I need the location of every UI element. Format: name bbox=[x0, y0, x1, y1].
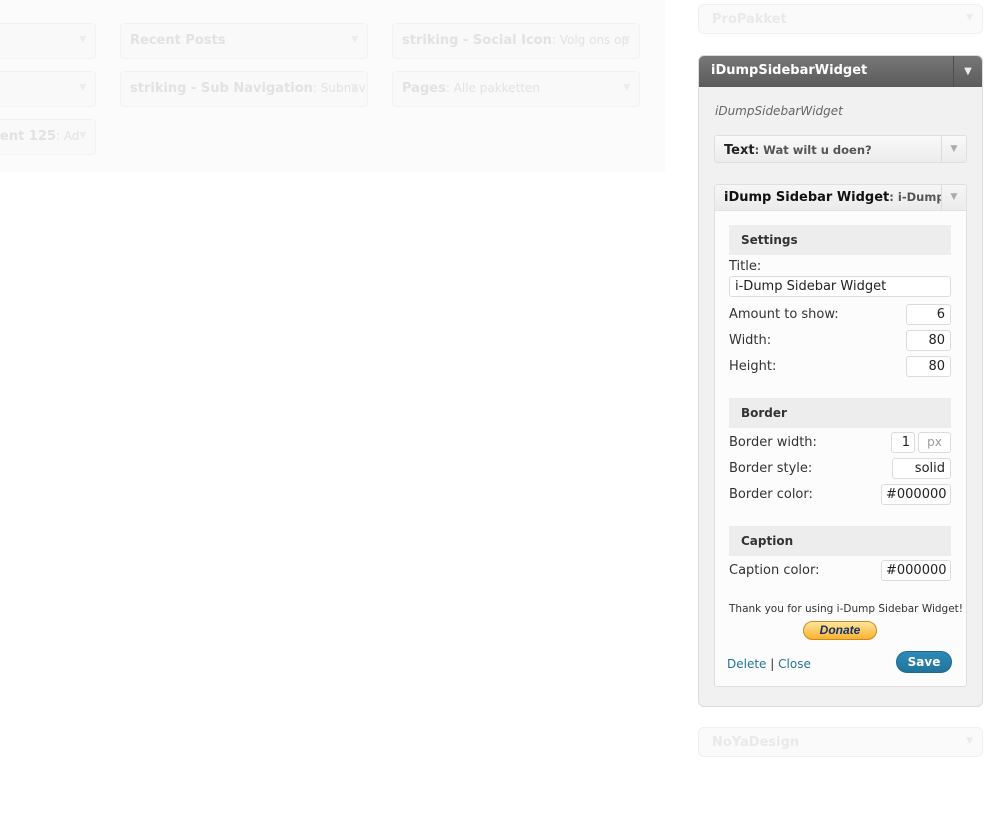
border-color-input[interactable] bbox=[881, 484, 951, 505]
sidebar-title: ProPakket bbox=[712, 12, 787, 27]
sidebar-header[interactable]: iDumpSidebarWidget ▼ bbox=[699, 56, 982, 87]
widget-subtitle: : Wat wilt u doen? bbox=[754, 143, 872, 157]
triangle-down-icon: ▼ bbox=[966, 736, 973, 746]
widget-title: Recent Posts bbox=[130, 33, 226, 48]
border-width-label: Border width: bbox=[729, 435, 817, 450]
widget-item-sub-navigation[interactable]: striking - Sub Navigation: Subnav ▼ bbox=[120, 71, 368, 107]
donate-button[interactable]: Donate bbox=[803, 621, 877, 640]
triangle-down-icon: ▼ bbox=[966, 13, 973, 23]
triangle-down-icon: ▼ bbox=[79, 83, 86, 93]
triangle-down-icon: ▼ bbox=[79, 35, 86, 45]
widget-title: Pages bbox=[402, 81, 446, 96]
border-width-input[interactable] bbox=[891, 432, 915, 453]
amount-label: Amount to show: bbox=[729, 307, 839, 322]
link-separator: | bbox=[770, 657, 775, 671]
widget-title: Text bbox=[724, 143, 755, 158]
title-label: Title: bbox=[729, 259, 762, 274]
widget-subtitle: : Volg ons op bbox=[551, 33, 630, 47]
sidebar-description: iDumpSidebarWidget bbox=[715, 104, 843, 118]
sidebar-propakket[interactable]: ProPakket ▼ bbox=[698, 4, 983, 34]
caption-color-input[interactable] bbox=[881, 560, 951, 581]
widget-item-advertisement[interactable]: ent 125: Ad ▼ bbox=[0, 119, 96, 155]
widget-subtitle: : Alle pakketten bbox=[445, 81, 540, 95]
sidebar-title: iDumpSidebarWidget bbox=[711, 63, 868, 78]
widget-control-links: Delete | Close bbox=[727, 657, 811, 671]
triangle-down-icon: ▼ bbox=[623, 35, 630, 45]
thanks-text: Thank you for using i-Dump Sidebar Widge… bbox=[729, 603, 964, 615]
triangle-down-icon[interactable]: ▼ bbox=[941, 185, 966, 210]
sidebar-title: NoYaDesign bbox=[712, 735, 800, 750]
widget-header[interactable]: iDump Sidebar Widget: i-Dump Sidebar Wid… bbox=[715, 185, 966, 211]
triangle-down-icon: ▼ bbox=[351, 83, 358, 93]
settings-heading: Settings bbox=[729, 225, 951, 255]
widget-item-recent-posts[interactable]: Recent Posts ▼ bbox=[120, 23, 368, 59]
widget-title: ent 125 bbox=[0, 129, 56, 144]
width-input[interactable] bbox=[906, 330, 951, 351]
available-widgets-area: ▼ Recent Posts ▼ striking - Social Icon:… bbox=[0, 0, 665, 172]
widget-idump-sidebar: iDump Sidebar Widget: i-Dump Sidebar Wid… bbox=[714, 184, 967, 687]
widget-item-social-icon[interactable]: striking - Social Icon: Volg ons op ▼ bbox=[392, 23, 640, 59]
sidebar-idump: iDumpSidebarWidget ▼ iDumpSidebarWidget … bbox=[698, 55, 983, 707]
amount-input[interactable] bbox=[906, 304, 951, 325]
widget-title: striking - Social Icon bbox=[402, 33, 552, 48]
widget-title: striking - Sub Navigation bbox=[130, 81, 313, 96]
border-width-unit: px bbox=[918, 432, 951, 453]
delete-link[interactable]: Delete bbox=[727, 657, 766, 671]
caption-color-label: Caption color: bbox=[729, 563, 820, 578]
sidebar-noyadesign[interactable]: NoYaDesign ▼ bbox=[698, 727, 983, 757]
triangle-down-icon: ▼ bbox=[79, 131, 86, 141]
border-heading: Border bbox=[729, 398, 951, 428]
widget-item-pages[interactable]: Pages: Alle pakketten ▼ bbox=[392, 71, 640, 107]
triangle-down-icon: ▼ bbox=[623, 83, 630, 93]
widget-subtitle: : Ad bbox=[55, 129, 80, 143]
width-label: Width: bbox=[729, 333, 772, 348]
border-style-input[interactable] bbox=[892, 458, 951, 479]
title-input[interactable] bbox=[729, 276, 951, 297]
height-input[interactable] bbox=[906, 356, 951, 377]
widget-item[interactable]: ▼ bbox=[0, 23, 96, 59]
triangle-down-icon[interactable]: ▼ bbox=[941, 136, 966, 162]
triangle-down-icon[interactable]: ▼ bbox=[953, 56, 982, 87]
border-color-label: Border color: bbox=[729, 487, 813, 502]
widget-title: iDump Sidebar Widget bbox=[724, 190, 890, 205]
save-button[interactable]: Save bbox=[896, 651, 952, 673]
height-label: Height: bbox=[729, 359, 777, 374]
widget-text[interactable]: Text: Wat wilt u doen? ▼ bbox=[714, 135, 967, 163]
caption-heading: Caption bbox=[729, 526, 951, 556]
close-link[interactable]: Close bbox=[778, 657, 811, 671]
triangle-down-icon: ▼ bbox=[351, 35, 358, 45]
border-style-label: Border style: bbox=[729, 461, 813, 476]
widget-item[interactable]: ▼ bbox=[0, 71, 96, 107]
